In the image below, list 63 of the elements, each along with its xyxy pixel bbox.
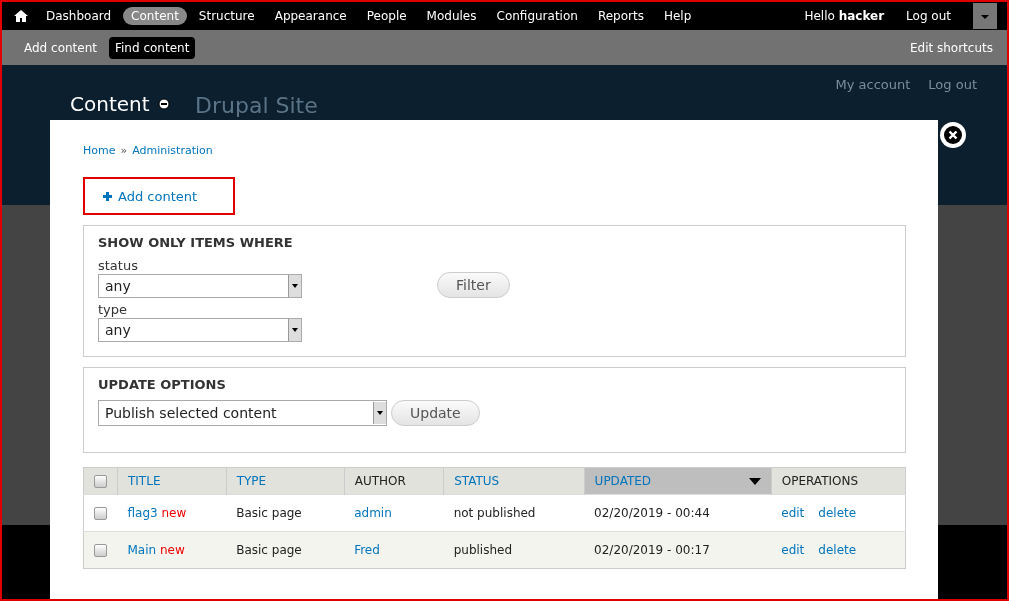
menu-item[interactable]: Dashboard	[38, 7, 120, 25]
row-checkbox[interactable]	[94, 544, 107, 557]
table-cell: 02/20/2019 - 00:44	[584, 494, 772, 532]
column-header[interactable]: STATUS	[443, 467, 585, 495]
update-heading: UPDATE OPTIONS	[98, 377, 227, 392]
menu-item[interactable]: People	[358, 7, 415, 25]
overlay-title: Content	[70, 92, 150, 116]
edit-shortcuts-link[interactable]: Edit shortcuts	[909, 40, 993, 55]
table-cell: 02/20/2019 - 00:17	[584, 531, 772, 569]
row-checkbox[interactable]	[94, 507, 107, 520]
table-cell: published	[443, 531, 585, 569]
shortcut-link[interactable]: Find content	[109, 36, 196, 59]
operation-link[interactable]: delete	[818, 543, 857, 557]
menu-item[interactable]: Appearance	[266, 7, 355, 25]
sort-descending-icon	[748, 477, 761, 485]
collapse-icon[interactable]	[157, 98, 170, 110]
table-cell: not published	[443, 494, 585, 532]
new-marker: new	[161, 506, 187, 520]
update-button[interactable]: Update	[391, 400, 480, 426]
caret-icon	[292, 284, 298, 288]
greeting: Hello hacker	[804, 9, 885, 23]
operation-link[interactable]: edit	[781, 506, 805, 520]
author-link[interactable]: Fred	[354, 543, 380, 557]
filter-button[interactable]: Filter	[437, 272, 510, 298]
title-link[interactable]: flag3	[127, 506, 158, 520]
menu-item[interactable]: Configuration	[488, 7, 586, 25]
column-header: OPERATIONS	[771, 467, 906, 495]
menu-item[interactable]: Modules	[418, 7, 485, 25]
column-label[interactable]: UPDATED	[594, 474, 652, 488]
breadcrumb-link[interactable]: Home	[83, 144, 116, 157]
breadcrumb-separator: »	[120, 144, 128, 157]
menu-item[interactable]: Content	[123, 7, 187, 25]
author-link[interactable]: admin	[354, 506, 392, 520]
filter-heading: SHOW ONLY ITEMS WHERE	[98, 235, 294, 250]
menu-item[interactable]: Reports	[589, 7, 652, 25]
operation-link[interactable]: delete	[818, 506, 857, 520]
menu-item[interactable]: Structure	[190, 7, 263, 25]
table-cell: Basic page	[226, 494, 345, 532]
logout-link[interactable]: Log out	[906, 9, 951, 23]
dropdown-icon[interactable]	[973, 3, 997, 29]
caret-icon	[292, 328, 298, 332]
shortcut-link[interactable]: Add content	[18, 36, 103, 59]
column-header[interactable]: TITLE	[117, 467, 227, 495]
select-field[interactable]: any	[98, 274, 302, 298]
caret-icon	[377, 411, 383, 415]
add-content-link[interactable]: Add content	[103, 188, 198, 204]
menu-item[interactable]: Help	[655, 7, 700, 25]
column-header[interactable]: TYPE	[226, 467, 345, 495]
field-label: status	[98, 258, 139, 273]
field-label: type	[98, 302, 129, 317]
title-link[interactable]: Main	[127, 543, 157, 557]
select-field[interactable]: any	[98, 318, 302, 342]
column-header: AUTHOR	[344, 467, 444, 495]
breadcrumb-link[interactable]: Administration	[132, 144, 213, 157]
column-header[interactable]: UPDATED	[584, 467, 772, 495]
new-marker: new	[160, 543, 185, 557]
plus-icon	[103, 191, 112, 201]
select-field[interactable]: Publish selected content	[98, 400, 387, 426]
home-icon[interactable]	[14, 10, 28, 22]
site-name: Drupal Site	[195, 95, 318, 117]
select-all-checkbox[interactable]	[94, 475, 107, 488]
operation-link[interactable]: edit	[781, 543, 805, 557]
table-cell: Basic page	[226, 531, 345, 569]
